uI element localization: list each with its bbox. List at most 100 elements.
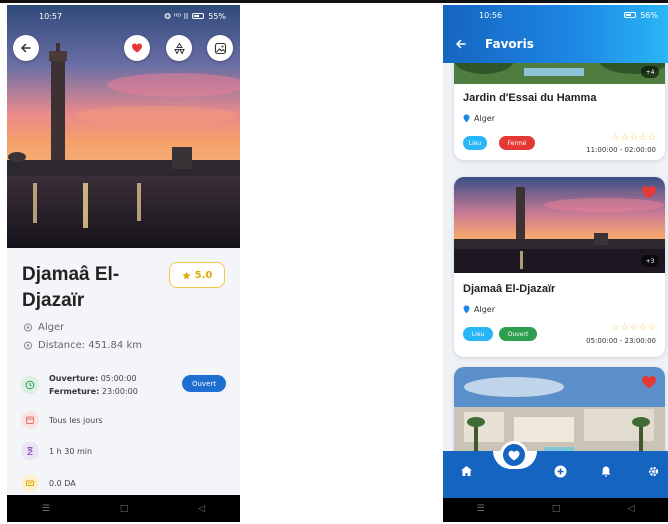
- star-icon: ☆: [629, 323, 638, 333]
- price-row: 0.0 DA: [21, 474, 76, 492]
- star-icon: ☆: [638, 323, 647, 333]
- price-text: 0.0 DA: [49, 478, 76, 488]
- favorite-button[interactable]: [124, 35, 150, 61]
- battery-level: 55%: [208, 11, 226, 21]
- location-pin-icon: [463, 114, 470, 123]
- heart-icon: [642, 186, 656, 199]
- star-rating: ☆ ☆ ☆ ☆ ☆: [612, 323, 656, 333]
- opening-label: Ouverture:: [49, 374, 99, 383]
- opening-time: 05:00:00: [100, 374, 137, 383]
- card-title: Djamaâ El-Djazaïr: [463, 283, 556, 295]
- home-square-icon[interactable]: □: [552, 504, 561, 514]
- back-button[interactable]: [13, 35, 39, 61]
- battery-icon: [624, 12, 637, 18]
- city-text: Alger: [38, 322, 65, 333]
- recycle-icon: [173, 42, 185, 55]
- days-text: Tous les jours: [49, 415, 103, 425]
- app-header: 10:56 56% Favoris: [443, 5, 668, 63]
- card-city: Alger: [474, 114, 495, 123]
- star-icon: ☆: [620, 133, 629, 143]
- detail-panel: Djamaâ El-Djazaïr 5.0 Alger Distance: 45…: [7, 248, 240, 496]
- distance-text: Distance: 451.84 km: [38, 340, 142, 351]
- duration-row: 1 h 30 min: [21, 442, 92, 460]
- more-photos-badge: +4: [641, 66, 659, 78]
- bell-icon: [601, 466, 611, 477]
- top-border: [0, 0, 668, 3]
- add-icon: [554, 465, 566, 477]
- share-button[interactable]: [166, 35, 192, 61]
- battery-icon: [192, 13, 205, 19]
- status-bar: 10:57 ❂ ᴴᴰ ll 55%: [7, 5, 240, 27]
- closing-time: 23:00:00: [101, 387, 138, 396]
- menu-icon[interactable]: ☰: [477, 504, 485, 514]
- home-square-icon[interactable]: □: [120, 504, 129, 514]
- clock-icon: [21, 376, 39, 394]
- home-icon: [460, 466, 472, 476]
- distance-line: Distance: 451.84 km: [23, 340, 142, 351]
- hours-row: Ouverture: 05:00:00 Fermeture: 23:00:00: [21, 372, 138, 398]
- notifications-tab[interactable]: [598, 463, 614, 479]
- favorite-heart-button[interactable]: [641, 185, 657, 199]
- settings-tab[interactable]: [645, 463, 661, 479]
- star-icon: ☆: [647, 323, 656, 333]
- rating-badge: 5.0: [169, 262, 225, 288]
- calendar-icon: [21, 411, 39, 429]
- closing-label: Fermeture:: [49, 387, 100, 396]
- card-image: +3: [454, 177, 665, 273]
- heart-icon: [132, 43, 142, 53]
- card-hours: 11:00:00 - 02:00:00: [586, 146, 656, 154]
- rating-value: 5.0: [194, 269, 213, 281]
- card-location: Alger: [463, 114, 495, 123]
- favorites-icon: [508, 450, 520, 460]
- days-row: Tous les jours: [21, 411, 103, 429]
- favorite-heart-button[interactable]: [641, 375, 657, 389]
- status-tag: Ouvert: [499, 327, 537, 341]
- ticket-icon: [21, 474, 39, 492]
- back-arrow-icon[interactable]: [455, 38, 467, 50]
- status-time: 10:57: [39, 11, 63, 21]
- star-icon: ☆: [647, 133, 656, 143]
- star-icon: ☆: [620, 323, 629, 333]
- star-icon: ☆: [611, 323, 620, 333]
- star-icon: [182, 271, 191, 279]
- page-title: Favoris: [485, 37, 534, 51]
- back-triangle-icon[interactable]: ◁: [627, 504, 634, 514]
- favorite-card[interactable]: +3 Djamaâ El-Djazaïr Alger Lieu Ouvert ☆…: [454, 177, 665, 357]
- back-arrow-icon: [20, 43, 31, 53]
- pin-icon: [24, 323, 32, 331]
- card-city: Alger: [474, 305, 495, 314]
- system-nav-bar: ☰ □ ◁: [443, 495, 668, 522]
- more-photos-badge: +3: [641, 255, 659, 267]
- home-tab[interactable]: [458, 463, 474, 479]
- type-tag: Lieu: [463, 136, 487, 150]
- star-icon: ☆: [611, 133, 620, 143]
- card-location: Alger: [463, 305, 495, 314]
- gallery-button[interactable]: [207, 35, 233, 61]
- heart-icon: [642, 376, 656, 389]
- battery-level: 56%: [640, 10, 658, 20]
- city-line: Alger: [23, 322, 64, 333]
- star-icon: ☆: [629, 133, 638, 143]
- card-hours: 05:00:00 - 23:00:00: [586, 337, 656, 345]
- system-nav-bar: ☰ □ ◁: [7, 495, 240, 522]
- bottom-navigation: [443, 441, 668, 498]
- favorites-screen: 10:56 56% Favoris +4 Jardin d'Essai du H…: [443, 5, 668, 522]
- status-time: 10:56: [479, 10, 503, 20]
- star-icon: ☆: [638, 133, 647, 143]
- hourglass-icon: [21, 442, 39, 460]
- place-title: Djamaâ El-Djazaïr: [22, 264, 120, 311]
- menu-icon[interactable]: ☰: [42, 504, 50, 514]
- type-tag: Lieu: [463, 327, 493, 341]
- settings-icon: [648, 466, 658, 476]
- place-detail-screen: 10:57 ❂ ᴴᴰ ll 55% Djamaâ El-Djazaïr 5.0: [7, 5, 240, 522]
- card-title: Jardin d'Essai du Hamma: [463, 92, 597, 104]
- open-status-badge: Ouvert: [182, 375, 226, 392]
- hero-image: 10:57 ❂ ᴴᴰ ll 55%: [7, 5, 240, 248]
- favorites-tab[interactable]: [500, 441, 528, 469]
- add-tab[interactable]: [552, 463, 568, 479]
- star-rating: ☆ ☆ ☆ ☆ ☆: [612, 133, 656, 143]
- duration-text: 1 h 30 min: [49, 446, 93, 456]
- back-triangle-icon[interactable]: ◁: [198, 504, 205, 514]
- signal-indicator: ❂ ᴴᴰ ll: [164, 11, 189, 21]
- location-pin-icon: [463, 305, 470, 314]
